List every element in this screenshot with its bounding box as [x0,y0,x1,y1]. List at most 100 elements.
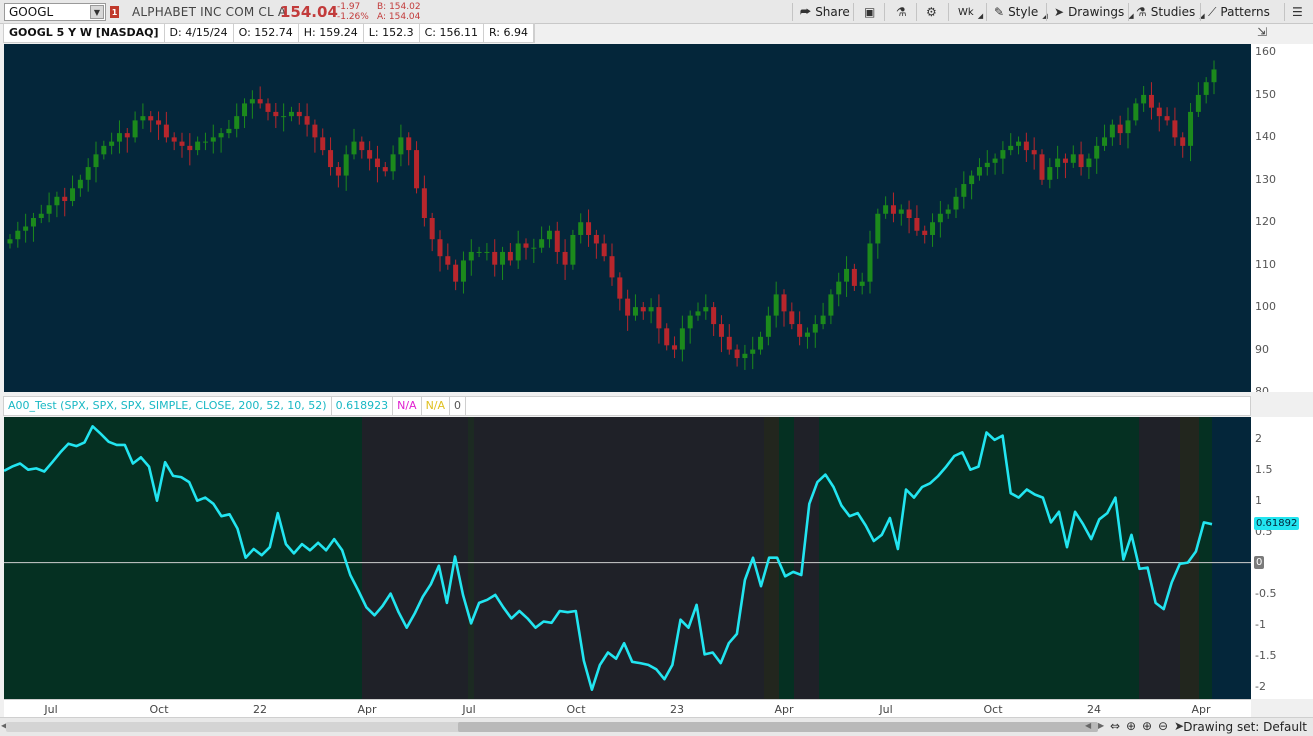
candle-body [593,234,599,244]
candle-body [1211,69,1217,83]
price-axis[interactable]: 160 150 140 130 120 110 100 90 80 [1251,44,1313,392]
settings-button[interactable]: ⚙ [922,2,941,22]
alert-count-badge[interactable]: 1 [110,6,119,18]
candle-body [828,294,834,316]
candle-body [664,328,670,346]
flask-button[interactable]: ⚗ [892,2,911,22]
study-axis-label: -1 [1255,617,1266,631]
time-axis-label: Apr [774,703,794,716]
crosshair-icon[interactable]: ⊕ [1126,719,1136,733]
expand-horizontal-icon[interactable]: ⇔ [1110,719,1120,733]
candle-body [70,188,76,202]
regime-zone [468,417,474,699]
candle-body [1164,116,1170,121]
style-button[interactable]: ✎ Style ◢ [990,2,1052,22]
candle-body [109,141,115,146]
candle-body [672,345,678,350]
chart-status-bar: ◀ ◀ ▶ ⇔ ⊕ ⊕ ⊖ ➤ Drawing set: Default [0,717,1313,736]
symbol-selector[interactable]: GOOGL ▼ [4,3,106,21]
studies-button[interactable]: ⚗ Studies ◢ [1132,2,1209,22]
scroll-right-icon[interactable]: ▶ [1098,721,1104,730]
time-axis-label: Oct [149,703,169,716]
chevron-down-icon[interactable]: ▼ [90,5,104,19]
candle-body [132,120,138,138]
study-name[interactable]: A00_Test (SPX, SPX, SPX, SIMPLE, CLOSE, … [4,397,332,415]
bar-close: C: 156.11 [420,24,484,42]
last-price: 154.04 [280,3,338,21]
percent-change: -1.26% [337,12,369,22]
candle-body [773,294,779,316]
drawings-label: Drawings [1068,5,1125,19]
candle-body [531,247,537,249]
zoom-out-icon[interactable]: ⊖ [1158,719,1168,733]
candle-body [249,99,255,104]
bar-low: L: 152.3 [364,24,420,42]
share-button[interactable]: ⮫ Share [796,2,854,22]
toolbar-divider [884,3,885,21]
time-axis-label: 22 [253,703,267,716]
scroll-thumb[interactable] [458,722,1098,732]
candle-body [742,353,748,359]
candle-body [1078,154,1084,168]
collapse-panel-icon[interactable]: ⇲ [1257,25,1271,39]
study-axis-label: -0.5 [1255,586,1277,600]
toolbar-divider [1046,3,1047,21]
candle-body [453,264,459,282]
zero-line-badge: 0 [1254,555,1265,569]
aggregation-button[interactable]: Wk ◢ [954,2,987,22]
menu-button[interactable]: ☰ [1288,2,1307,22]
candle-body [851,268,857,286]
candle-body [202,141,208,143]
zoom-in-icon[interactable]: ⊕ [1142,719,1152,733]
candle-body [476,251,482,253]
candle-body [187,145,193,151]
candle-body [500,251,506,265]
candle-body [351,141,357,155]
time-axis-label: Oct [983,703,1003,716]
candle-body [30,218,36,227]
symbol-input[interactable]: GOOGL [5,5,90,19]
candle-body [210,137,216,142]
candle-body [414,150,420,189]
drawing-set-label[interactable]: Drawing set: Default [1183,720,1307,734]
candle-body [1000,150,1006,159]
candle-body [546,230,552,240]
candle-body [1070,154,1076,163]
drawings-button[interactable]: ➤ Drawings ◢ [1050,2,1138,22]
company-name: ALPHABET INC COM CL A [132,5,287,19]
time-axis[interactable]: Jul Oct 22 Apr Jul Oct 23 Apr Jul Oct 24 Apr [4,699,1251,717]
candle-body [797,324,803,337]
candle-body [374,158,380,168]
candle-body [218,133,224,138]
price-axis-label: 120 [1255,215,1276,229]
patterns-button[interactable]: ⟋ Patterns [1204,2,1274,22]
toolbar-divider [792,3,793,21]
share-label: Share [815,5,850,19]
candle-body [820,315,826,325]
candle-body [875,213,881,244]
horizontal-scrollbar[interactable] [6,722,1098,732]
price-chart-area[interactable] [4,44,1251,392]
candle-body [554,230,560,252]
candle-body [992,158,998,163]
candle-body [758,336,764,350]
candle-body [1125,120,1131,134]
candle-body [969,175,975,185]
candle-body [1172,120,1178,138]
time-axis-label: 24 [1087,703,1101,716]
candle-body [703,307,709,312]
time-axis-label: Jul [462,703,476,716]
candle-body [1203,82,1209,95]
candle-body [15,230,21,240]
candle-body [179,141,185,146]
snapshot-button[interactable]: ▣ [860,2,879,22]
study-chart-area[interactable] [4,417,1251,699]
study-header: A00_Test (SPX, SPX, SPX, SIMPLE, CLOSE, … [3,396,1251,416]
study-axis[interactable]: 2 1.5 1 0.5 -0.5 -1 -1.5 -2 0.61892 0 [1251,417,1313,699]
candle-body [648,307,654,312]
chart-toolbar: GOOGL ▼ 1 ALPHABET INC COM CL A 154.04 -… [0,0,1313,24]
candle-body [421,188,427,218]
time-axis-label: Apr [357,703,377,716]
scroll-left-icon[interactable]: ◀ [1085,721,1091,730]
candle-body [1156,107,1162,117]
